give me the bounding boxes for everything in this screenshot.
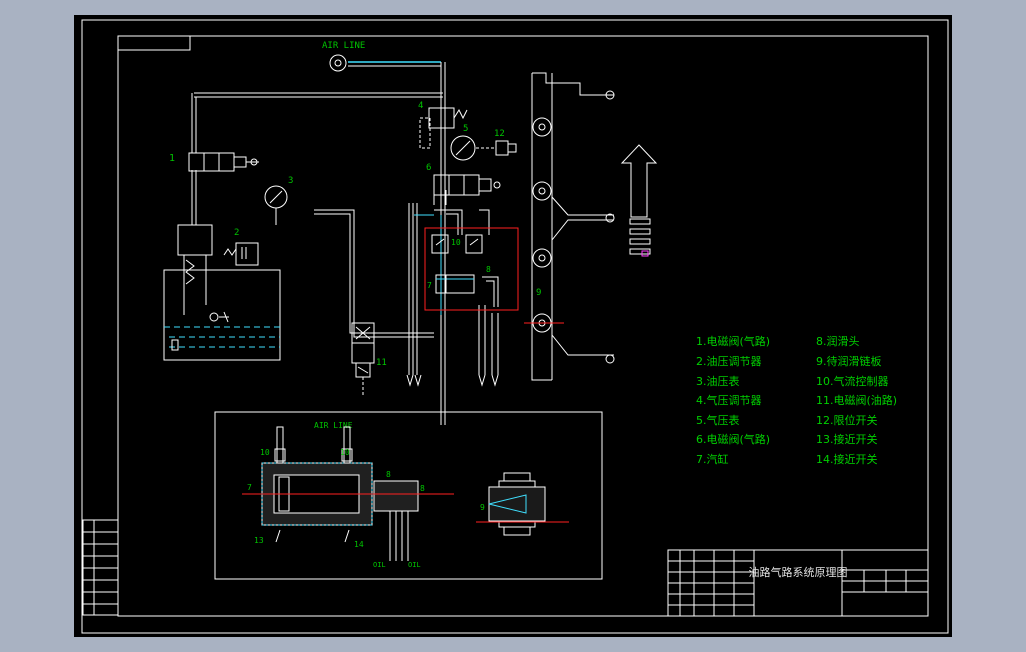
corner-code-box xyxy=(117,35,191,51)
solenoid-valve-6: 6 xyxy=(426,163,501,196)
oil-pressure-gauge-3: 3 xyxy=(264,176,293,225)
limit-switch-12: 12 xyxy=(476,129,517,156)
detail-label-9: 9 xyxy=(480,503,485,512)
part-label-5: 5 xyxy=(463,124,468,134)
legend-item-10: 10.气流控制器 xyxy=(816,374,889,388)
part-label-4: 4 xyxy=(418,101,423,111)
schematic-drawing: 油路气路系统原理图 AIR LINE 1 2 3 4 5 12 6 10 7 8… xyxy=(81,19,949,634)
part-label-9: 9 xyxy=(536,288,541,298)
part-label-12: 12 xyxy=(494,129,505,139)
air-line-label: AIR LINE xyxy=(322,41,365,51)
air-pressure-regulator-4: 4 xyxy=(418,101,468,149)
detail-label-13: 13 xyxy=(254,536,264,545)
legend: 1.电磁阀(气路) 2.油压调节器 3.油压表 4.气压调节器 5.气压表 6.… xyxy=(696,334,897,466)
part-label-6: 6 xyxy=(426,163,431,173)
air-inlet: AIR LINE xyxy=(322,41,441,72)
legend-item-3: 3.油压表 xyxy=(696,374,740,388)
detail-label-8: 8 xyxy=(386,470,391,479)
detail-air-line-label: AIR LINE xyxy=(314,421,353,430)
chain-plate-9: 9 xyxy=(531,72,615,381)
solenoid-valve-1: 1 xyxy=(169,152,259,172)
legend-item-12: 12.限位开关 xyxy=(816,413,878,427)
part-label-10: 10 xyxy=(451,238,461,247)
air-pressure-gauge-5: 5 xyxy=(450,124,476,161)
detail-label-7: 7 xyxy=(247,483,252,492)
detail-view: AIR LINE 7 10 10 8 8 13 14 OIL OIL 9 xyxy=(214,411,603,580)
detail-label-10a: 10 xyxy=(260,448,270,457)
part-label-2: 2 xyxy=(234,228,239,238)
detail-label-8b: 8 xyxy=(420,484,425,493)
detail-label-14: 14 xyxy=(354,540,364,549)
legend-item-4: 4.气压调节器 xyxy=(696,393,762,407)
oil-tank xyxy=(163,224,281,361)
legend-item-1: 1.电磁阀(气路) xyxy=(696,334,770,348)
legend-item-5: 5.气压表 xyxy=(696,413,740,427)
legend-item-8: 8.润滑头 xyxy=(816,334,860,348)
direction-arrow xyxy=(620,144,658,257)
drawing-sheet: 油路气路系统原理图 AIR LINE 1 2 3 4 5 12 6 10 7 8… xyxy=(74,15,952,637)
detail-oil-label-1: OIL xyxy=(373,561,386,569)
outer-frame xyxy=(81,19,949,634)
detail-oil-label-2: OIL xyxy=(408,561,421,569)
flow-control-assembly: 10 7 8 xyxy=(424,227,519,311)
legend-item-9: 9.待润滑链板 xyxy=(816,354,882,368)
part-label-7: 7 xyxy=(427,281,432,290)
chain-section xyxy=(488,472,546,536)
legend-item-6: 6.电磁阀(气路) xyxy=(696,432,770,446)
legend-item-7: 7.汽缸 xyxy=(696,452,729,466)
legend-item-13: 13.接近开关 xyxy=(816,432,878,446)
part-label-8: 8 xyxy=(486,265,491,274)
detail-label-10b: 10 xyxy=(340,448,350,457)
part-label-1: 1 xyxy=(169,153,175,164)
revision-table xyxy=(82,519,119,616)
legend-item-11: 11.电磁阀(油路) xyxy=(816,393,897,407)
legend-item-2: 2.油压调节器 xyxy=(696,354,762,368)
pipe-outlets xyxy=(406,374,499,387)
part-label-11: 11 xyxy=(376,358,387,368)
drawing-title: 油路气路系统原理图 xyxy=(749,565,848,579)
title-block xyxy=(667,549,929,617)
solenoid-valve-11: 11 xyxy=(351,322,387,397)
part-label-3: 3 xyxy=(288,176,293,186)
oil-pressure-regulator-2: 2 xyxy=(223,228,259,266)
legend-item-14: 14.接近开关 xyxy=(816,452,878,466)
inner-frame xyxy=(117,35,929,617)
